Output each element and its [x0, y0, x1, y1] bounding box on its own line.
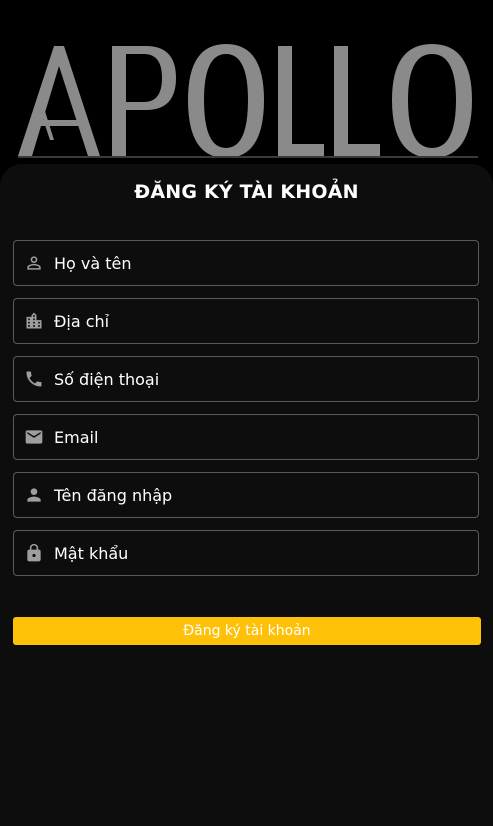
phone-icon [26, 371, 42, 387]
person-outline-icon [27, 256, 41, 270]
password-placeholder: Mật khẩu [54, 544, 129, 563]
address-placeholder: Địa chỉ [54, 312, 110, 331]
page-title: ĐĂNG KÝ TÀI KHOẢN [134, 181, 359, 203]
password-field[interactable]: Mật khẩu [13, 530, 479, 576]
logo-area [0, 0, 493, 175]
phone-placeholder: Số điện thoại [54, 370, 160, 389]
register-button[interactable]: Đăng ký tài khoản [13, 617, 481, 645]
address-field[interactable]: Địa chỉ [13, 298, 479, 344]
fullname-field[interactable]: Họ và tên [13, 240, 479, 286]
username-placeholder: Tên đăng nhập [54, 486, 173, 505]
mail-icon [25, 430, 43, 444]
username-field[interactable]: Tên đăng nhập [13, 472, 479, 518]
lock-icon [27, 543, 41, 562]
fullname-placeholder: Họ và tên [54, 254, 132, 273]
person-icon [27, 488, 41, 502]
phone-field[interactable]: Số điện thoại [13, 356, 479, 402]
email-field[interactable]: Email [13, 414, 479, 460]
register-screen: ĐĂNG KÝ TÀI KHOẢN Họ và tên Địa chỉ Số đ… [0, 0, 493, 826]
email-placeholder: Email [54, 428, 99, 447]
apollo-logo [18, 44, 478, 158]
city-icon [26, 312, 42, 329]
